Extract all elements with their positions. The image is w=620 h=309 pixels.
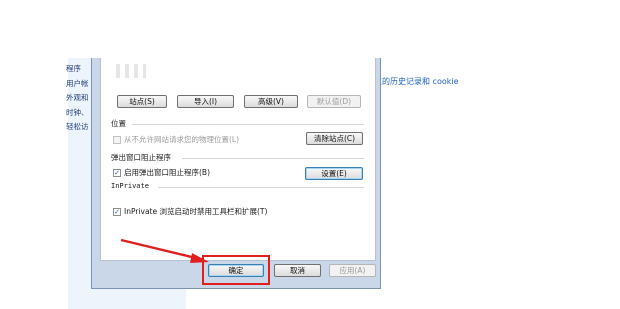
arrow-head xyxy=(190,253,209,263)
annotation-arrow xyxy=(120,238,209,263)
arrow-shaft xyxy=(120,238,201,261)
